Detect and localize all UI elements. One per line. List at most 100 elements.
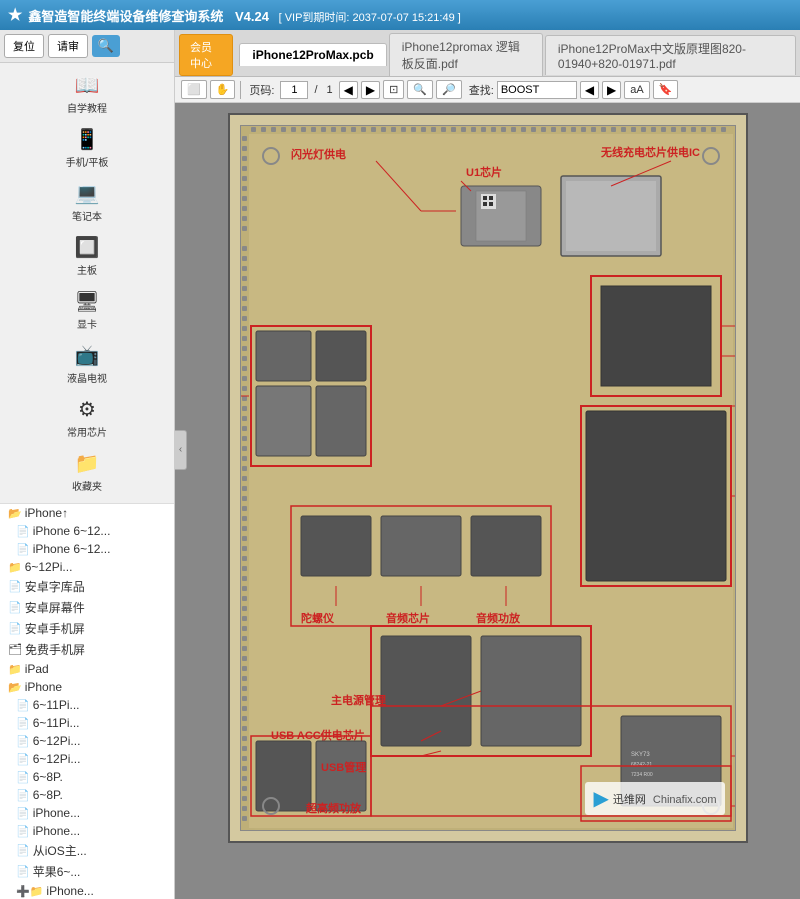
- search-icon: 🔍: [98, 38, 114, 54]
- toolbar-btn-fit[interactable]: ⊡: [383, 80, 404, 99]
- reset-button[interactable]: 复位: [4, 34, 44, 58]
- pdf-icon: 📄: [16, 825, 30, 838]
- tree-item-pdf1[interactable]: 📄 iPhone 6~12...: [0, 522, 174, 540]
- svg-text:主电源管理: 主电源管理: [331, 693, 386, 707]
- toolbar-separator-1: [240, 81, 241, 99]
- sidebar-toolbar: 复位 请审 🔍: [0, 30, 174, 63]
- sidebar-item-self-study[interactable]: 📖 自学教程: [0, 67, 174, 121]
- tree-item-6-12pi[interactable]: 📁 6~12Pi...: [0, 558, 174, 576]
- sidebar-item-display[interactable]: 🖥 显卡: [0, 283, 174, 337]
- page-separator: /: [314, 84, 317, 96]
- tree-item-6-11pi-1[interactable]: 📄 6~11Pi...: [0, 696, 174, 714]
- search-prev-button[interactable]: ◀: [580, 81, 599, 99]
- svg-text:无线充电芯片供电IC: 无线充电芯片供电IC: [600, 145, 700, 159]
- tree-item-6-11pi-2[interactable]: 📄 6~11Pi...: [0, 714, 174, 732]
- main-layout: 复位 请审 🔍 📖 自学教程 📱 手机/平板 💻 笔记本 🔲 主板: [0, 30, 800, 899]
- tree-item-6-8p-1[interactable]: 📄 6~8P.: [0, 768, 174, 786]
- toolbar-btn-hand[interactable]: ✋: [210, 80, 236, 99]
- svg-text:USB ACC供电芯片: USB ACC供电芯片: [271, 728, 365, 742]
- tree-label: 苹果6~...: [33, 863, 81, 880]
- tree-item-6-12pi-1[interactable]: 📄 6~12Pi...: [0, 732, 174, 750]
- tree-label: iPhone...: [33, 824, 80, 838]
- content-area: 会员中心 iPhone12ProMax.pcb iPhone12promax 逻…: [175, 30, 800, 899]
- tree-label: 6~11Pi...: [33, 698, 80, 712]
- tree-item-iphone-b[interactable]: 📄 iPhone...: [0, 822, 174, 840]
- tree-item-free-screen[interactable]: 🗂 免费手机屏: [0, 639, 174, 660]
- toolbar-btn-bookmark[interactable]: 🔖: [653, 80, 679, 99]
- pcb-board: SKY73 68242-21 7234 R00: [240, 125, 736, 831]
- tree-item-android-font[interactable]: 📄 安卓字库品: [0, 576, 174, 597]
- tree-label: iPhone 6~12...: [33, 524, 111, 538]
- tab-pcb[interactable]: iPhone12ProMax.pcb: [239, 43, 386, 66]
- sidebar-item-lcd-tv[interactable]: 📺 液晶电视: [0, 337, 174, 391]
- tree-item-6-8p-2[interactable]: 📄 6~8P.: [0, 786, 174, 804]
- svg-text:超高频功放: 超高频功放: [305, 801, 362, 815]
- svg-text:7234 R00: 7234 R00: [631, 772, 653, 778]
- page-prev-button[interactable]: ◀: [339, 81, 358, 99]
- search-button[interactable]: 🔍: [92, 35, 120, 57]
- nav-button[interactable]: 请审: [48, 34, 88, 58]
- search-input[interactable]: [497, 81, 577, 99]
- folder-open-icon: 📂: [8, 681, 22, 694]
- tree-label: 6~12Pi...: [25, 560, 73, 574]
- sidebar-item-notebook[interactable]: 💻 笔记本: [0, 175, 174, 229]
- tree-item-iphone[interactable]: 📂 iPhone: [0, 678, 174, 696]
- sidebar-tree: 📂 iPhone↑ 📄 iPhone 6~12... 📄 iPhone 6~12…: [0, 504, 174, 899]
- svg-text:U1芯片: U1芯片: [466, 165, 502, 179]
- tree-item-ios[interactable]: 📄 从iOS主...: [0, 840, 174, 861]
- search-next-button[interactable]: ▶: [602, 81, 621, 99]
- app-version: V4.24: [235, 9, 269, 24]
- self-study-icon: 📖: [75, 73, 100, 98]
- pdf-view[interactable]: SKY73 68242-21 7234 R00: [175, 103, 800, 899]
- tab-label: iPhone12ProMax.pcb: [252, 48, 373, 62]
- pdf-icon: 📄: [8, 601, 22, 614]
- page-input[interactable]: [280, 81, 308, 99]
- tree-item-android-mobile[interactable]: 📄 安卓手机屏: [0, 618, 174, 639]
- pdf-icon: 📄: [16, 525, 30, 538]
- toolbar-btn-aa[interactable]: aA: [624, 81, 649, 99]
- sidebar-item-collection[interactable]: 📁 收藏夹: [0, 445, 174, 499]
- page-next-button[interactable]: ▶: [361, 81, 380, 99]
- svg-text:SKY73: SKY73: [631, 752, 650, 758]
- tree-item-apple6[interactable]: 📄 苹果6~...: [0, 861, 174, 882]
- tree-label: iPhone...: [46, 884, 93, 898]
- pdf-icon: 📄: [16, 735, 30, 748]
- notebook-label: 笔记本: [72, 208, 102, 223]
- tree-item-iphone-folder1[interactable]: ➕📁 iPhone...: [0, 882, 174, 899]
- tree-item-android-screen[interactable]: 📄 安卓屏幕件: [0, 597, 174, 618]
- app-title: 鑫智造智能终端设备维修查询系统 V4.24 [ VIP到期时间: 2037-07…: [28, 6, 792, 25]
- toolbar-btn-zoom-out[interactable]: 🔎: [436, 80, 462, 99]
- sidebar-item-common-chips[interactable]: ⚙ 常用芯片: [0, 391, 174, 445]
- pdf-icon: 📄: [16, 865, 30, 878]
- vip-center-tab[interactable]: 会员中心: [179, 34, 233, 76]
- svg-text:USB管理: USB管理: [321, 760, 366, 774]
- tree-item-ipad[interactable]: 📁 iPad: [0, 660, 174, 678]
- tree-item-iphone-root[interactable]: 📂 iPhone↑: [0, 504, 174, 522]
- tab-bar: 会员中心 iPhone12ProMax.pcb iPhone12promax 逻…: [175, 30, 800, 77]
- toolbar-btn-zoom-in[interactable]: 🔍: [407, 80, 433, 99]
- collection-label: 收藏夹: [72, 478, 102, 493]
- display-label: 显卡: [77, 316, 97, 331]
- lcd-tv-icon: 📺: [75, 343, 100, 368]
- collection-icon: 📁: [75, 451, 100, 476]
- tree-label: 6~12Pi...: [33, 752, 81, 766]
- mobile-icon: 📱: [75, 127, 100, 152]
- sidebar-item-mobile-tablet[interactable]: 📱 手机/平板: [0, 121, 174, 175]
- tree-item-pdf2[interactable]: 📄 iPhone 6~12...: [0, 540, 174, 558]
- watermark: ▶ 迅维网 Chinafix.com: [585, 782, 724, 815]
- folder-files-icon: 🗂: [8, 643, 22, 656]
- tab-label: 会员中心: [190, 42, 212, 70]
- tree-item-6-12pi-2[interactable]: 📄 6~12Pi...: [0, 750, 174, 768]
- tree-label: iPhone 6~12...: [33, 542, 111, 556]
- tab-pdf1[interactable]: iPhone12promax 逻辑板反面.pdf: [389, 33, 543, 76]
- sidebar-collapse-button[interactable]: ‹: [175, 430, 187, 470]
- folder-expand-icon: ➕📁: [16, 885, 43, 898]
- tab-pdf2[interactable]: iPhone12ProMax中文版原理图820-01940+820-01971.…: [545, 35, 796, 75]
- sidebar-item-motherboard[interactable]: 🔲 主板: [0, 229, 174, 283]
- toolbar-btn-copy[interactable]: ⬜: [181, 80, 207, 99]
- tree-label: iPhone↑: [25, 506, 68, 520]
- tree-item-iphone-a[interactable]: 📄 iPhone...: [0, 804, 174, 822]
- pdf-icon: 📄: [8, 622, 22, 635]
- page-label: 页码:: [249, 82, 274, 98]
- app-title-text: 鑫智造智能终端设备维修查询系统: [28, 9, 223, 24]
